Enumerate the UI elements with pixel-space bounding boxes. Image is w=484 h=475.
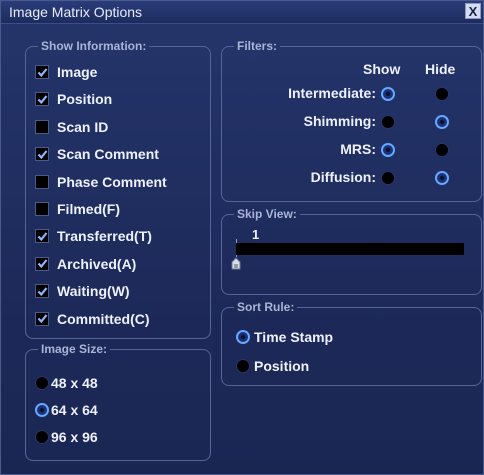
checkmark-icon	[37, 150, 47, 159]
sort-rule-title: Sort Rule:	[237, 300, 295, 314]
skip-view-slider-thumb[interactable]	[230, 257, 242, 270]
checkbox[interactable]	[35, 119, 49, 134]
radio-button[interactable]	[35, 403, 49, 417]
checkbox[interactable]	[35, 256, 49, 271]
checkmark-icon	[37, 287, 47, 296]
image-matrix-options-dialog: Image Matrix Options X Show Information:…	[0, 0, 484, 475]
show-info-item-image[interactable]: Image	[35, 62, 97, 82]
show-info-item-filmed-f[interactable]: Filmed(F)	[35, 199, 120, 219]
filters-hide-header: Hide	[425, 61, 456, 77]
filter-mrs-show-radio[interactable]	[381, 143, 395, 157]
filter-diffusion-show-radio[interactable]	[381, 171, 395, 185]
checkbox[interactable]	[35, 65, 49, 79]
checkmark-icon	[37, 67, 47, 77]
window-title: Image Matrix Options	[9, 4, 143, 20]
filter-label-mrs: MRS:	[340, 141, 376, 157]
checkbox-label: Image	[57, 64, 98, 80]
sort-rule-option-position[interactable]: Position	[236, 358, 309, 374]
show-info-item-committed-c[interactable]: Committed(C)	[35, 309, 150, 329]
radio-label: Position	[254, 358, 310, 374]
show-information-title: Show Information:	[41, 39, 147, 53]
image-size-option-96-x-96[interactable]: 96 x 96	[35, 429, 98, 445]
checkbox-label: Transferred(T)	[57, 228, 152, 245]
show-info-item-position[interactable]: Position	[35, 89, 112, 109]
checkbox-label: Archived(A)	[57, 255, 137, 272]
checkbox[interactable]	[35, 147, 49, 162]
checkmark-icon	[37, 232, 47, 242]
checkmark-icon	[37, 259, 47, 269]
image-size-option-64-x-64[interactable]: 64 x 64	[35, 402, 98, 418]
checkbox-label: Scan ID	[57, 118, 109, 135]
radio-label: 96 x 96	[51, 429, 98, 445]
radio-button[interactable]	[236, 330, 250, 344]
checkbox[interactable]	[35, 311, 49, 326]
checkbox[interactable]	[35, 202, 49, 216]
checkbox-label: Committed(C)	[57, 310, 150, 327]
filter-intermediate-show-radio[interactable]	[381, 87, 395, 101]
filter-intermediate-hide-radio[interactable]	[435, 87, 449, 101]
radio-label: Time Stamp	[254, 329, 334, 345]
checkbox-label: Phase Comment	[57, 173, 167, 190]
checkbox-label: Scan Comment	[57, 146, 159, 163]
filter-label-intermediate: Intermediate:	[288, 85, 376, 101]
checkbox-label: Position	[57, 91, 113, 108]
title-bar[interactable]: Image Matrix Options X	[1, 1, 483, 24]
radio-button[interactable]	[35, 430, 49, 444]
show-info-item-phase-comment[interactable]: Phase Comment	[35, 172, 167, 192]
radio-button[interactable]	[236, 359, 250, 373]
checkbox-label: Filmed(F)	[57, 201, 120, 217]
filter-label-shimming: Shimming:	[303, 113, 376, 129]
filter-label-diffusion: Diffusion:	[310, 169, 376, 185]
show-info-item-waiting-w[interactable]: Waiting(W)	[35, 281, 130, 301]
checkbox[interactable]	[35, 284, 49, 299]
close-icon: X	[468, 4, 478, 19]
show-info-item-scan-id[interactable]: Scan ID	[35, 117, 108, 137]
checkmark-icon	[37, 95, 47, 105]
filter-mrs-hide-radio[interactable]	[435, 143, 449, 157]
image-size-title: Image Size:	[41, 342, 108, 356]
show-info-item-archived-a[interactable]: Archived(A)	[35, 254, 136, 274]
filter-diffusion-hide-radio[interactable]	[435, 171, 449, 185]
filter-shimming-show-radio[interactable]	[381, 115, 395, 129]
checkbox[interactable]	[35, 229, 49, 244]
sort-rule-option-time-stamp[interactable]: Time Stamp	[236, 329, 333, 345]
show-info-item-scan-comment[interactable]: Scan Comment	[35, 144, 159, 164]
skip-view-value: 1	[252, 227, 260, 242]
radio-label: 48 x 48	[51, 375, 98, 391]
filter-shimming-hide-radio[interactable]	[435, 115, 449, 129]
close-button[interactable]: X	[465, 3, 481, 19]
radio-label: 64 x 64	[51, 402, 98, 418]
filters-title: Filters:	[237, 39, 278, 53]
image-size-option-48-x-48[interactable]: 48 x 48	[35, 375, 98, 391]
checkbox-label: Waiting(W)	[57, 283, 130, 300]
checkbox[interactable]	[35, 174, 49, 189]
filters-show-header: Show	[363, 61, 401, 77]
show-info-item-transferred-t[interactable]: Transferred(T)	[35, 226, 152, 246]
checkmark-icon	[37, 314, 47, 324]
checkbox[interactable]	[35, 92, 49, 107]
radio-button[interactable]	[35, 376, 49, 390]
skip-view-slider-track[interactable]	[236, 243, 464, 255]
skip-view-title: Skip View:	[237, 207, 297, 221]
